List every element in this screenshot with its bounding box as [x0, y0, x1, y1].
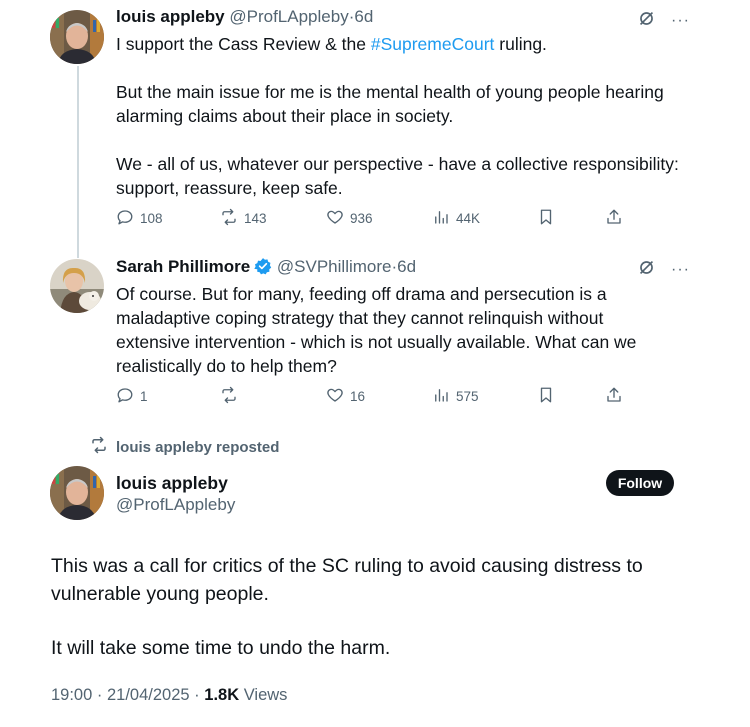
grok-icon[interactable]: [638, 259, 655, 281]
timestamp[interactable]: 6d: [397, 257, 416, 276]
tweet2-paragraph: Of course. But for many, feeding off dra…: [116, 284, 637, 376]
main-author-handle[interactable]: @ProfLAppleby: [116, 494, 235, 516]
views-button[interactable]: 44K: [432, 207, 480, 229]
post-time[interactable]: 19:00: [51, 686, 92, 704]
verified-badge-icon: [254, 257, 272, 275]
main-tweet-text: This was a call for critics of the SC ru…: [51, 552, 711, 662]
main-paragraph-2: It will take some time to undo the harm.: [51, 637, 391, 659]
views-button[interactable]: 575: [432, 385, 479, 407]
tweet1-paragraph-2: But the main issue for me is the mental …: [116, 82, 664, 126]
repost-button[interactable]: 143: [220, 207, 267, 229]
reply-count: 108: [140, 210, 163, 226]
like-count: 16: [350, 388, 366, 404]
views-label: Views: [243, 686, 288, 704]
bookmark-icon: [537, 208, 555, 229]
main-author-name[interactable]: louis appleby: [116, 472, 228, 494]
more-icon[interactable]: ···: [671, 13, 690, 29]
repost-banner-label: louis appleby reposted: [116, 439, 280, 456]
avatar-louis-appleby[interactable]: [50, 10, 104, 64]
tweet2-corner-actions: ···: [638, 259, 690, 281]
tweet1-text-start: I support the Cass Review & the: [116, 34, 371, 54]
repost-button[interactable]: [220, 385, 244, 407]
repost-icon: [90, 436, 108, 460]
like-count: 936: [350, 210, 373, 226]
reply-icon: [116, 208, 134, 229]
views-icon: [432, 386, 450, 407]
tweet1-header: louis appleby @ProfLAppleby·6d: [116, 6, 373, 28]
views-total: 1.8K: [204, 686, 240, 704]
repost-banner[interactable]: louis appleby reposted: [90, 436, 279, 460]
thread-line: [77, 66, 79, 258]
views-icon: [432, 208, 450, 229]
reply-button[interactable]: 1: [116, 385, 148, 407]
share-icon: [605, 386, 623, 407]
repost-icon: [220, 386, 238, 407]
follow-button[interactable]: Follow: [606, 470, 674, 496]
views-count: 44K: [456, 210, 481, 226]
author-handle[interactable]: @SVPhillimore: [277, 257, 392, 276]
tweet1-text-end: ruling.: [494, 34, 547, 54]
tweet-meta: 19:00 · 21/04/2025 · 1.8K Views: [51, 686, 287, 705]
separator-dot: ·: [194, 686, 200, 704]
tweet2-text: Of course. But for many, feeding off dra…: [116, 282, 676, 378]
main-paragraph-1: This was a call for critics of the SC ru…: [51, 555, 643, 605]
repost-count: 143: [244, 210, 267, 226]
timestamp[interactable]: 6d: [354, 7, 373, 26]
like-button[interactable]: 936: [326, 207, 373, 229]
more-icon[interactable]: ···: [671, 262, 690, 278]
bookmark-icon: [537, 386, 555, 407]
share-button[interactable]: [605, 207, 623, 229]
post-date[interactable]: 21/04/2025: [107, 686, 190, 704]
author-handle[interactable]: @ProfLAppleby: [229, 7, 348, 26]
share-icon: [605, 208, 623, 229]
grok-icon[interactable]: [638, 10, 655, 32]
reply-button[interactable]: 108: [116, 207, 163, 229]
reply-count: 1: [140, 388, 148, 404]
reply-icon: [116, 386, 134, 407]
tweet1-text: I support the Cass Review & the #Supreme…: [116, 32, 696, 200]
author-name[interactable]: louis appleby: [116, 7, 225, 26]
tweet2-header: Sarah Phillimore @SVPhillimore·6d: [116, 256, 416, 278]
hashtag-link[interactable]: #SupremeCourt: [371, 34, 495, 54]
like-button[interactable]: 16: [326, 385, 365, 407]
tweet1-paragraph-3: We - all of us, whatever our perspective…: [116, 154, 679, 198]
bookmark-button[interactable]: [537, 207, 555, 229]
views-count: 575: [456, 388, 479, 404]
repost-icon: [220, 208, 238, 229]
author-name[interactable]: Sarah Phillimore: [116, 257, 250, 276]
like-icon: [326, 386, 344, 407]
avatar-sarah-phillimore[interactable]: [50, 259, 104, 313]
avatar-louis-appleby-main[interactable]: [50, 466, 104, 520]
tweet1-corner-actions: ···: [638, 10, 690, 32]
share-button[interactable]: [605, 385, 623, 407]
like-icon: [326, 208, 344, 229]
tweet2-action-bar: 1 16 575: [116, 385, 636, 407]
bookmark-button[interactable]: [537, 385, 555, 407]
tweet1-action-bar: 108 143 936 44K: [116, 207, 636, 229]
separator-dot: ·: [96, 686, 103, 704]
